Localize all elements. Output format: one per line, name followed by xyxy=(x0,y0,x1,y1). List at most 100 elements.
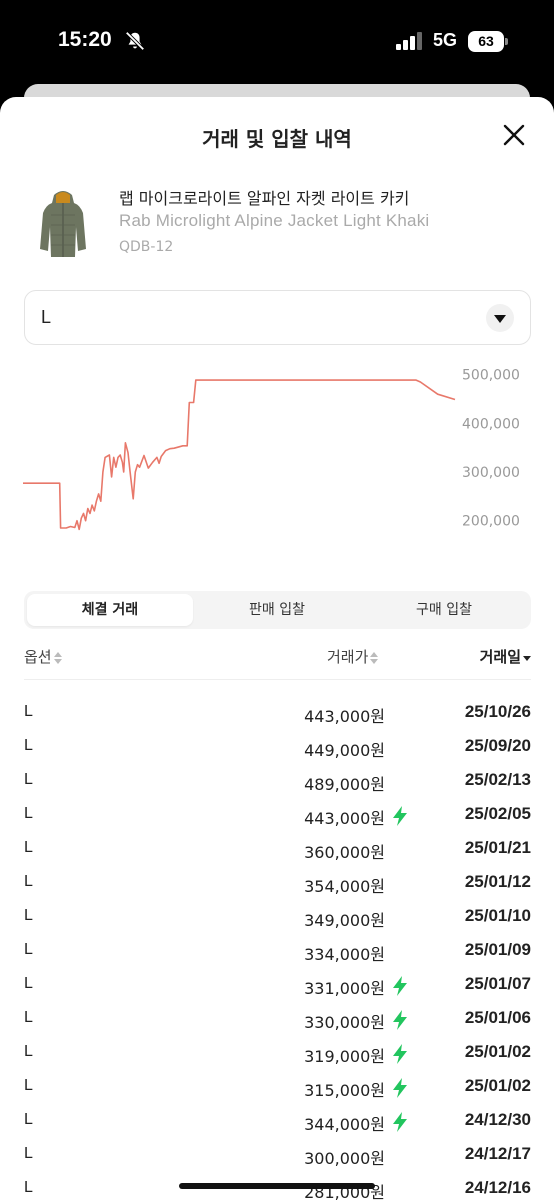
row-option: L xyxy=(24,873,33,890)
table-row: L 331,000원 25/01/07 xyxy=(24,969,531,1003)
row-date: 25/01/06 xyxy=(464,1008,531,1027)
sort-icon xyxy=(53,651,62,664)
column-header-option-label: 옵션 xyxy=(24,648,52,666)
row-price: 319,000원 xyxy=(304,1047,385,1066)
row-option: L xyxy=(24,1009,33,1026)
product-thumbnail xyxy=(40,191,86,257)
sort-desc-icon xyxy=(523,652,531,664)
row-date: 25/01/12 xyxy=(464,872,531,891)
status-bar: 15:20 5G 63 xyxy=(0,0,554,84)
y-tick-label: 300,000 xyxy=(462,465,520,481)
price-series-line xyxy=(23,379,456,531)
row-price: 300,000원 xyxy=(304,1149,385,1168)
table-row: L 344,000원 24/12/30 xyxy=(24,1105,531,1139)
row-option: L xyxy=(24,703,33,720)
cellular-signal-icon xyxy=(396,32,422,50)
battery-icon: 63 xyxy=(468,31,508,52)
table-row: L 443,000원 25/10/26 xyxy=(24,697,531,731)
row-price: 315,000원 xyxy=(304,1081,385,1100)
price-history-chart: 500,000 400,000 300,000 200,000 xyxy=(0,365,554,545)
row-date: 25/01/07 xyxy=(464,974,531,993)
sort-icon xyxy=(370,651,379,664)
row-date: 24/12/30 xyxy=(464,1110,531,1129)
lightning-bolt-icon xyxy=(393,1112,407,1132)
row-price: 443,000원 xyxy=(304,707,385,726)
price-chart-svg: 500,000 400,000 300,000 200,000 xyxy=(23,368,520,531)
product-summary[interactable]: 랩 마이크로라이트 알파인 자켓 라이트 카키 Rab Microlight A… xyxy=(24,183,530,267)
row-date: 25/02/13 xyxy=(464,770,531,789)
table-row: L 334,000원 25/01/09 xyxy=(24,935,531,969)
lightning-bolt-icon xyxy=(393,1010,407,1030)
y-tick-label: 400,000 xyxy=(462,416,520,432)
column-header-price[interactable]: 거래가 xyxy=(327,646,379,667)
row-price: 330,000원 xyxy=(304,1013,385,1032)
tab-sell-bids[interactable]: 판매 입찰 xyxy=(194,594,360,626)
row-price: 344,000원 xyxy=(304,1115,385,1134)
size-selected-value: L xyxy=(41,307,52,327)
row-price: 443,000원 xyxy=(304,809,385,828)
row-option: L xyxy=(24,839,33,856)
table-row: L 300,000원 24/12/17 xyxy=(24,1139,531,1173)
home-indicator xyxy=(179,1183,375,1189)
row-date: 25/02/05 xyxy=(464,804,531,823)
table-row: L 449,000원 25/09/20 xyxy=(24,731,531,765)
bell-muted-icon xyxy=(125,31,145,51)
row-date: 24/12/16 xyxy=(464,1178,531,1197)
table-row: L 319,000원 25/01/02 xyxy=(24,1037,531,1071)
chevron-down-icon xyxy=(486,304,514,332)
column-header-date-label: 거래일 xyxy=(479,648,521,666)
row-option: L xyxy=(24,771,33,788)
lightning-bolt-icon xyxy=(393,806,407,826)
row-price: 331,000원 xyxy=(304,979,385,998)
row-option: L xyxy=(24,1077,33,1094)
tab-buy-bids[interactable]: 구매 입찰 xyxy=(361,594,527,626)
row-price: 349,000원 xyxy=(304,911,385,930)
row-price: 334,000원 xyxy=(304,945,385,964)
row-price: 360,000원 xyxy=(304,843,385,862)
network-type: 5G xyxy=(433,30,458,50)
table-row: L 354,000원 25/01/12 xyxy=(24,867,531,901)
table-row: L 315,000원 25/01/02 xyxy=(24,1071,531,1105)
product-code: QDB-12 xyxy=(119,239,174,255)
row-date: 25/01/02 xyxy=(464,1042,531,1061)
row-option: L xyxy=(24,941,33,958)
close-icon[interactable] xyxy=(500,121,528,149)
row-date: 25/01/10 xyxy=(464,906,531,925)
y-tick-label: 200,000 xyxy=(462,514,520,530)
trade-tabs: 체결 거래 판매 입찰 구매 입찰 xyxy=(24,591,531,629)
lightning-bolt-icon xyxy=(393,976,407,996)
row-price: 449,000원 xyxy=(304,741,385,760)
size-dropdown[interactable]: L xyxy=(24,290,531,345)
trade-history-sheet: 거래 및 입찰 내역 랩 마이크로라이트 알파인 자켓 라이트 카키 Rab M… xyxy=(0,97,554,1200)
row-date: 24/12/17 xyxy=(464,1144,531,1163)
row-date: 25/01/21 xyxy=(464,838,531,857)
y-tick-label: 500,000 xyxy=(462,368,520,384)
row-date: 25/10/26 xyxy=(464,702,531,721)
tab-completed-trades[interactable]: 체결 거래 xyxy=(27,594,193,626)
row-date: 25/09/20 xyxy=(464,736,531,755)
column-header-date[interactable]: 거래일 xyxy=(480,646,531,667)
column-header-price-label: 거래가 xyxy=(327,648,369,666)
row-date: 25/01/02 xyxy=(464,1076,531,1095)
row-price: 354,000원 xyxy=(304,877,385,896)
row-option: L xyxy=(24,975,33,992)
row-price: 489,000원 xyxy=(304,775,385,794)
row-option: L xyxy=(24,1145,33,1162)
column-header-option[interactable]: 옵션 xyxy=(24,646,62,667)
row-option: L xyxy=(24,805,33,822)
table-header: 옵션 거래가 거래일 xyxy=(24,642,531,680)
row-date: 25/01/09 xyxy=(464,940,531,959)
table-row: L 330,000원 25/01/06 xyxy=(24,1003,531,1037)
product-name-korean: 랩 마이크로라이트 알파인 자켓 라이트 카키 xyxy=(119,189,410,208)
row-option: L xyxy=(24,737,33,754)
lightning-bolt-icon xyxy=(393,1044,407,1064)
product-name-english: Rab Microlight Alpine Jacket Light Khaki xyxy=(119,211,430,230)
status-time: 15:20 xyxy=(58,28,112,51)
table-row: L 489,000원 25/02/13 xyxy=(24,765,531,799)
row-option: L xyxy=(24,1179,33,1196)
table-row: L 349,000원 25/01/10 xyxy=(24,901,531,935)
row-option: L xyxy=(24,1111,33,1128)
lightning-bolt-icon xyxy=(393,1078,407,1098)
table-row: L 443,000원 25/02/05 xyxy=(24,799,531,833)
table-row: L 360,000원 25/01/21 xyxy=(24,833,531,867)
